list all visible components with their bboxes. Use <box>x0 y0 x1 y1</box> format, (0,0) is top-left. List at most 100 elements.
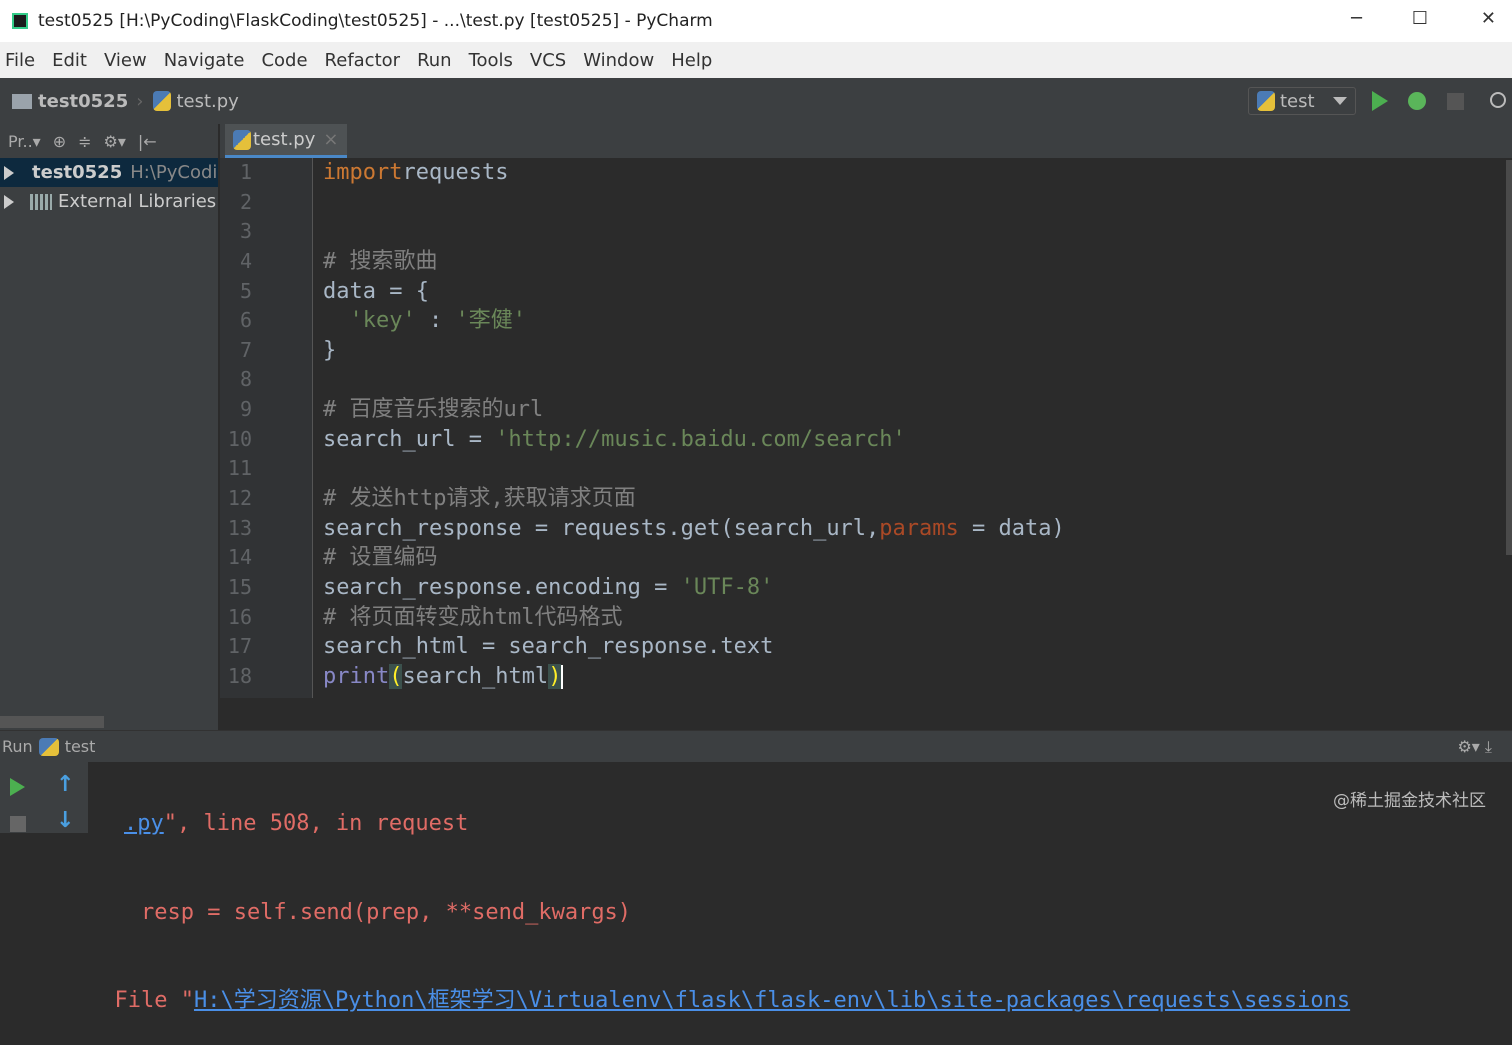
project-view-dropdown[interactable]: Pr..▾ <box>8 132 41 151</box>
window-title: test0525 [H:\PyCoding\FlaskCoding\test05… <box>38 11 713 31</box>
maximize-button[interactable]: ☐ <box>1412 8 1428 29</box>
code-token: } <box>323 337 337 363</box>
gear-icon[interactable]: ⚙▾ ⤓ <box>1457 737 1492 757</box>
hide-icon[interactable]: |← <box>138 132 157 151</box>
arrow-up-icon[interactable]: ↑ <box>56 772 74 797</box>
menu-vcs[interactable]: VCS <box>530 50 566 71</box>
project-name: test0525 <box>32 162 123 183</box>
line-number: 4 <box>239 248 252 273</box>
line-number: 11 <box>227 456 252 481</box>
line-number: 1 <box>239 160 252 184</box>
navigation-bar: test0525 › test.py test <box>0 78 1512 124</box>
editor-tabs: test.py × <box>220 124 1512 158</box>
python-file-icon <box>233 129 251 150</box>
minimize-button[interactable]: ─ <box>1351 8 1362 29</box>
stop-button[interactable] <box>1447 93 1464 110</box>
menu-bar: File Edit View Navigate Code Refactor Run Tools… <box>0 42 1512 78</box>
line-number: 5 <box>239 278 252 303</box>
run-config-select[interactable]: test <box>1248 87 1356 115</box>
breadcrumb-separator: › <box>136 90 144 112</box>
menu-code[interactable]: Code <box>261 50 307 71</box>
output-line: File "H:\学习资源\Python\框架学习\Virtualenv\fla… <box>88 988 1351 1013</box>
code-token: # 设置编码 <box>323 545 438 571</box>
run-label: Run <box>2 737 33 756</box>
line-number: 14 <box>227 545 252 570</box>
line-number: 15 <box>227 574 252 599</box>
project-toolbar: Pr..▾ ⊕ ≑ ⚙▾ |← <box>0 124 218 158</box>
code-token: ) <box>548 663 562 689</box>
code-token: search_response = requests.get(search_ur… <box>323 515 880 541</box>
code-line: # 搜索歌曲 <box>323 247 1503 277</box>
menu-help[interactable]: Help <box>671 50 712 71</box>
project-path: H:\PyCoding <box>130 162 218 183</box>
menu-refactor[interactable]: Refactor <box>325 50 401 71</box>
menu-tools[interactable]: Tools <box>469 50 513 71</box>
project-panel: Pr..▾ ⊕ ≑ ⚙▾ |← test0525 H:\PyCoding Ext… <box>0 124 219 730</box>
gear-icon[interactable]: ⚙▾ <box>104 132 126 151</box>
rerun-button[interactable] <box>10 778 25 796</box>
tree-item-external-libraries[interactable]: External Libraries <box>0 187 218 216</box>
code-token: search_url = <box>323 426 496 452</box>
line-number: 7 <box>239 337 252 362</box>
tab-label: test.py <box>253 129 316 150</box>
run-button[interactable] <box>1372 91 1388 111</box>
code-line: print(search_html) <box>323 662 1503 692</box>
debug-bug-icon[interactable] <box>1408 92 1426 110</box>
locate-icon[interactable]: ⊕ <box>53 132 66 151</box>
menu-window[interactable]: Window <box>583 50 654 71</box>
menu-navigate[interactable]: Navigate <box>164 50 245 71</box>
stop-button[interactable] <box>10 816 26 832</box>
sidebar-scrollbar[interactable] <box>0 716 104 728</box>
output-line: resp = self.send(prep, **send_kwargs) <box>88 899 632 925</box>
code-token: 'http://music.baidu.com/search' <box>495 426 906 452</box>
code-token: 'UTF-8' <box>680 574 774 600</box>
close-tab-icon[interactable]: × <box>323 129 338 150</box>
tree-item-project[interactable]: test0525 H:\PyCoding <box>0 158 218 187</box>
title-bar: test0525 [H:\PyCoding\FlaskCoding\test05… <box>0 0 1512 42</box>
watermark: @稀土掘金技术社区 <box>1333 791 1486 811</box>
code-line: } <box>323 336 1503 366</box>
line-number: 10 <box>227 426 252 451</box>
close-button[interactable]: ✕ <box>1481 8 1496 29</box>
code-editor[interactable]: importrequests # 搜索歌曲 data = { 'key' : '李健… <box>323 158 1503 692</box>
collapse-icon[interactable]: ≑ <box>78 132 91 151</box>
line-number: 18 <box>227 663 252 688</box>
menu-edit[interactable]: Edit <box>52 50 87 71</box>
line-number: 8 <box>239 367 252 392</box>
line-number: 2 <box>239 189 252 214</box>
arrow-down-icon[interactable]: ↓ <box>56 808 74 833</box>
expand-arrow-icon[interactable] <box>4 194 14 209</box>
code-token: # 发送http请求,获取请求页面 <box>323 486 636 512</box>
menu-view[interactable]: View <box>104 50 147 71</box>
folder-icon <box>12 93 32 109</box>
breadcrumb-file[interactable]: test.py <box>176 91 238 112</box>
code-token: # 搜索歌曲 <box>323 248 438 274</box>
code-token: search_response.encoding = <box>323 574 681 600</box>
code-token: # 将页面转变成html代码格式 <box>323 604 623 630</box>
menu-file[interactable]: File <box>5 50 35 71</box>
editor-scrollbar[interactable] <box>1506 160 1512 555</box>
search-icon[interactable] <box>1490 92 1506 108</box>
expand-arrow-icon[interactable] <box>4 165 14 180</box>
code-token: params <box>879 515 959 541</box>
code-token: print <box>323 663 390 689</box>
line-number: 12 <box>227 486 252 511</box>
code-token: = data) <box>958 515 1065 541</box>
code-token: 'key' <box>349 308 416 334</box>
pycharm-logo-icon <box>12 13 28 29</box>
code-token: data = { <box>323 278 429 304</box>
external-libraries-label: External Libraries <box>58 191 217 212</box>
tab-test-py[interactable]: test.py × <box>225 124 347 158</box>
python-icon <box>1257 91 1275 111</box>
code-token: import <box>323 160 403 185</box>
python-icon <box>38 737 59 756</box>
menu-run[interactable]: Run <box>417 50 452 71</box>
code-line: # 设置编码 <box>323 543 1503 573</box>
line-number: 17 <box>227 634 252 659</box>
code-line: search_response.encoding = 'UTF-8' <box>323 573 1503 603</box>
breadcrumb-project[interactable]: test0525 <box>38 91 128 112</box>
